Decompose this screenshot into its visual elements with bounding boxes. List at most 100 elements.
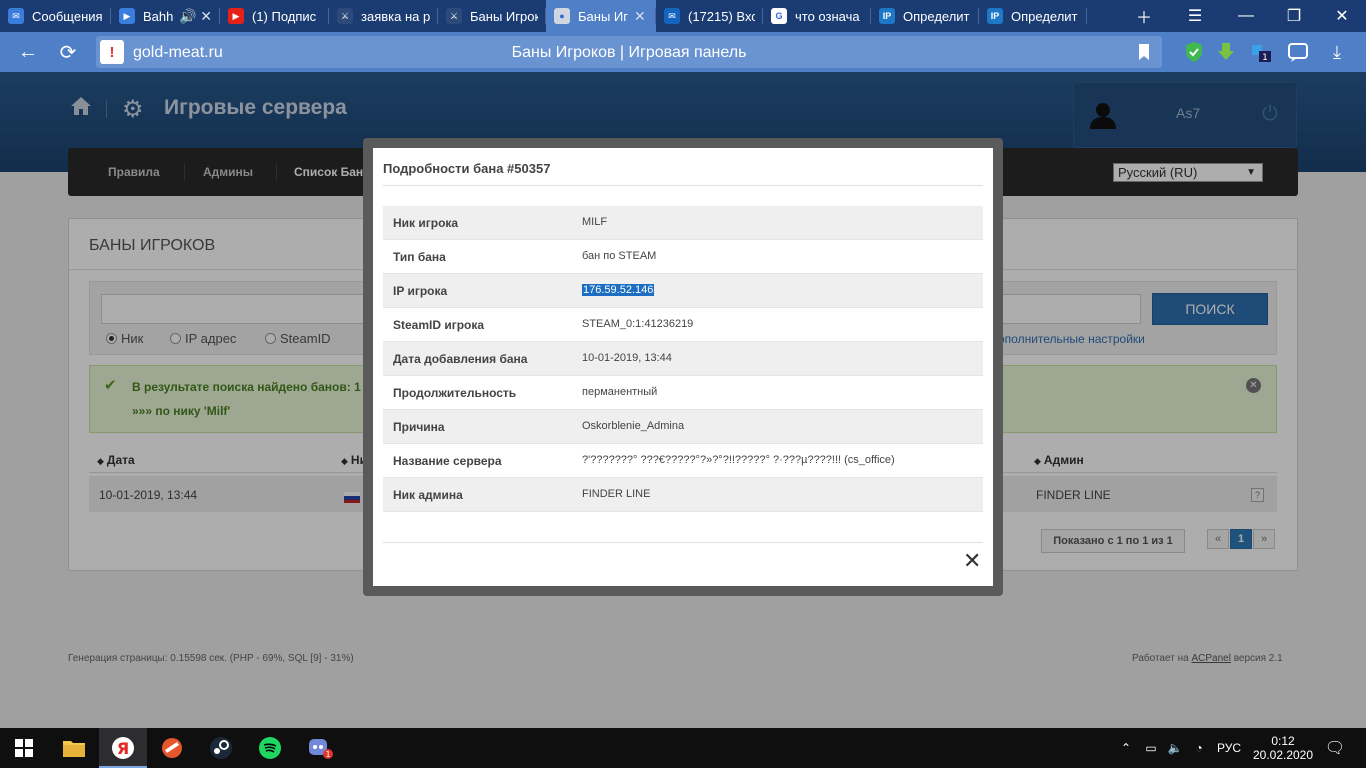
detail-value[interactable]: 176.59.52.146 <box>582 284 655 296</box>
detail-key: Ник админа <box>393 488 463 502</box>
detail-value[interactable]: STEAM_0:1:41236219 <box>582 318 693 330</box>
shield-icon[interactable] <box>1183 41 1205 63</box>
page-title-in-url: Баны Игроков | Игровая панель <box>511 44 747 61</box>
message-icon: ✉ <box>8 8 24 24</box>
ban-details-modal: Подробности бана #50357 ✕ Ник игрока MILF… <box>373 148 993 586</box>
tab-label: Определит <box>1011 8 1078 24</box>
steam-icon[interactable] <box>197 728 245 768</box>
detail-value[interactable]: ?'???????° ???€?????°?»?°?!!?????° ?·???… <box>582 454 895 466</box>
detail-key: IP игрока <box>393 284 448 298</box>
detail-key: Продолжительность <box>393 386 517 400</box>
detail-row: Дата добавления бана 10-01-2019, 13:44 <box>383 342 983 376</box>
volume-icon[interactable]: 🔈 <box>1164 728 1186 768</box>
tab-label: Bahh <box>143 8 173 24</box>
browser-tab[interactable]: ✉ (17215) Вхо <box>656 0 763 32</box>
bookmark-icon[interactable] <box>1138 44 1150 60</box>
tab-label: Сообщения <box>32 8 103 24</box>
reload-icon[interactable]: ⟳ <box>56 40 80 64</box>
browser-tab[interactable]: ▶ Bahh 🔊 ✕ <box>111 0 220 32</box>
detail-row: IP игрока 176.59.52.146 <box>383 274 983 308</box>
tab-label: Баны Игрок <box>470 8 538 24</box>
detail-key: Тип бана <box>393 250 446 264</box>
spotify-icon[interactable] <box>246 728 294 768</box>
language-indicator[interactable]: РУС <box>1212 728 1246 768</box>
battery-icon[interactable]: ▭ <box>1140 728 1162 768</box>
tab-label: (1) Подпис <box>252 8 317 24</box>
close-icon[interactable]: ✕ <box>963 548 981 574</box>
globe-icon: ● <box>554 8 570 24</box>
downloads-icon[interactable]: ⤓ <box>1326 41 1348 63</box>
extension-icon[interactable]: 1 <box>1250 41 1272 63</box>
restore-button[interactable]: ❐ <box>1270 0 1318 32</box>
notifications-icon[interactable]: 🗨 <box>1320 728 1350 768</box>
ip-icon: IP <box>879 8 895 24</box>
windows-start-icon[interactable] <box>0 728 48 768</box>
modal-title: Подробности бана #50357 <box>383 161 551 176</box>
new-tab-button[interactable]: ＋ <box>1120 0 1168 32</box>
youtube-icon: ▶ <box>228 8 244 24</box>
browser-tab[interactable]: ▶ (1) Подпис <box>220 0 329 32</box>
window-controls: ＋ ☰ — ❐ ✕ <box>1120 0 1366 32</box>
detail-row: Ник админа FINDER LINE <box>383 478 983 512</box>
site-icon: ⚔ <box>446 8 462 24</box>
download-ext-icon[interactable] <box>1215 41 1237 63</box>
browser-tab[interactable]: ● Баны Иг ✕ <box>546 0 656 32</box>
tab-label: (17215) Вхо <box>688 8 755 24</box>
detail-key: Название сервера <box>393 454 502 468</box>
detail-value[interactable]: Oskorblenie_Admina <box>582 420 684 432</box>
url-field[interactable]: ! gold-meat.ru Баны Игроков | Игровая па… <box>96 36 1162 68</box>
minimize-button[interactable]: — <box>1222 0 1270 32</box>
detail-row: Название сервера ?'???????° ???€?????°?»?… <box>383 444 983 478</box>
clock-time: 0:12 <box>1271 734 1295 748</box>
tab-label: что означа <box>795 8 860 24</box>
detail-row: Ник игрока MILF <box>383 206 983 240</box>
browser-tab[interactable]: IP Определит <box>979 0 1087 32</box>
detail-value[interactable]: перманентный <box>582 386 657 398</box>
file-explorer-icon[interactable] <box>50 728 98 768</box>
tab-label: заявка на р <box>361 8 430 24</box>
detail-key: Причина <box>393 420 445 434</box>
clock[interactable]: 0:12 20.02.2020 <box>1250 728 1316 768</box>
detail-value[interactable]: 10-01-2019, 13:44 <box>582 352 672 364</box>
tray-chevron-icon[interactable]: ⌃ <box>1116 728 1136 768</box>
tab-separator <box>1086 8 1087 24</box>
menu-icon[interactable]: ☰ <box>1168 0 1222 32</box>
detail-value[interactable]: MILF <box>582 216 607 228</box>
browser-tab[interactable]: ⚔ Баны Игрок <box>438 0 546 32</box>
discord-icon[interactable]: 1 <box>296 728 344 768</box>
windows-taskbar: Я 1 ⌃ ▭ 🔈 ◔ РУС 0:12 20.02.2020 🗨 <box>0 728 1366 768</box>
detail-key: Ник игрока <box>393 216 459 230</box>
ccleaner-icon[interactable] <box>148 728 196 768</box>
clock-date: 20.02.2020 <box>1252 748 1314 762</box>
svg-text:1: 1 <box>1262 53 1268 63</box>
detail-row: Причина Oskorblenie_Admina <box>383 410 983 444</box>
tab-audio-close-icons[interactable]: 🔊 ✕ <box>179 8 212 25</box>
detail-row: Тип бана бан по STEAM <box>383 240 983 274</box>
tab-label: Баны Иг <box>578 8 628 24</box>
back-arrow-icon[interactable]: ← <box>16 40 40 64</box>
detail-value[interactable]: FINDER LINE <box>582 488 650 500</box>
browser-tab[interactable]: IP Определит <box>871 0 979 32</box>
tab-close-icon[interactable]: ✕ <box>634 8 646 25</box>
browser-tab[interactable]: Gчто означа <box>763 0 871 32</box>
detail-key: SteamID игрока <box>393 318 485 332</box>
detail-value[interactable]: бан по STEAM <box>582 250 656 262</box>
browser-tab[interactable]: ✉ Сообщения <box>0 0 111 32</box>
site-icon: ⚔ <box>337 8 353 24</box>
svg-text:Я: Я <box>117 739 129 758</box>
close-window-button[interactable]: ✕ <box>1318 0 1366 32</box>
mail-icon: ✉ <box>664 8 680 24</box>
yandex-browser-icon[interactable]: Я <box>99 728 147 768</box>
divider <box>383 185 983 186</box>
divider <box>383 542 983 543</box>
browser-tab[interactable]: ⚔ заявка на р <box>329 0 438 32</box>
tab-label: Определит <box>903 8 970 24</box>
ip-icon: IP <box>987 8 1003 24</box>
chat-ext-icon[interactable] <box>1287 41 1309 63</box>
svg-text:1: 1 <box>325 750 330 759</box>
browser-tab-bar: ✉ Сообщения ▶ Bahh 🔊 ✕ ▶ (1) Подпис ⚔ заявка на … <box>0 0 1366 32</box>
media-icon: ▶ <box>119 8 135 24</box>
detail-key: Дата добавления бана <box>393 352 528 366</box>
network-icon[interactable]: ◔ <box>1188 728 1210 768</box>
address-bar: ← ⟳ ! gold-meat.ru Баны Игроков | Игрова… <box>0 32 1366 72</box>
